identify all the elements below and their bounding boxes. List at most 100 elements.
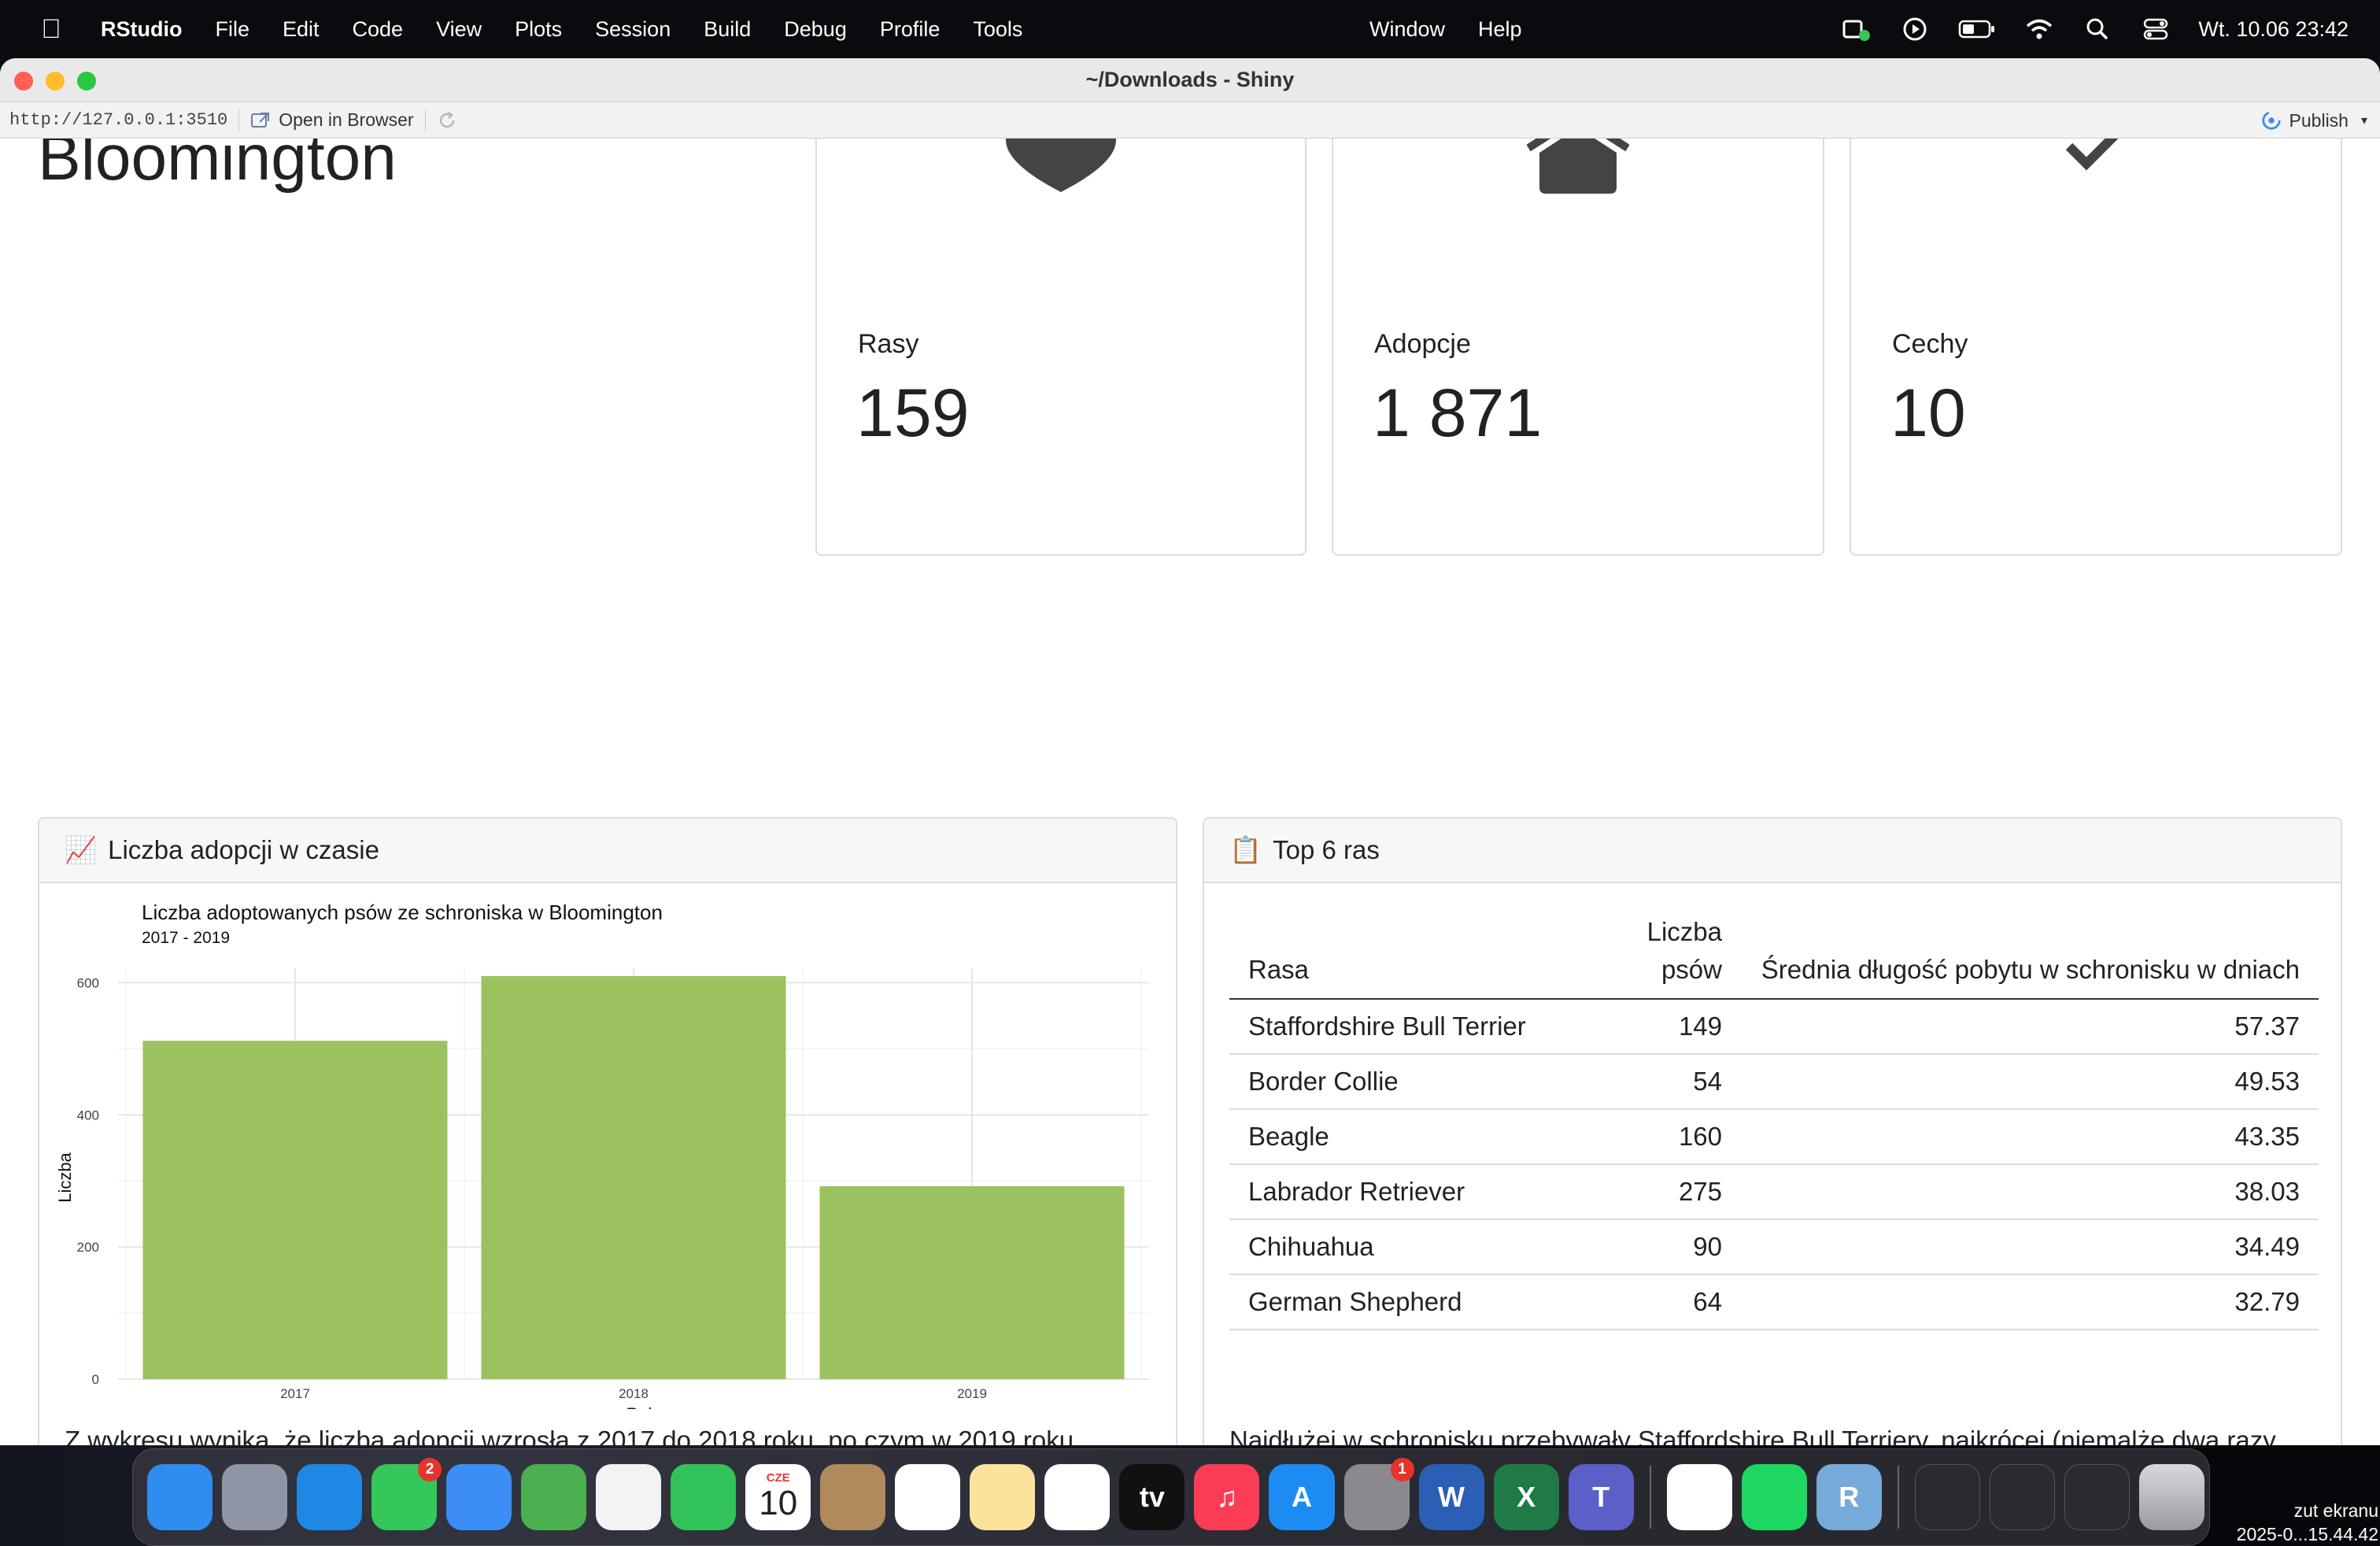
url-field[interactable]: http://127.0.0.1:3510 [9, 110, 227, 130]
wifi-icon[interactable] [2023, 13, 2055, 45]
x-tick-label: 2017 [280, 1386, 310, 1401]
menu-plots[interactable]: Plots [515, 17, 562, 42]
table-row: Beagle 160 43.35 [1229, 1109, 2319, 1165]
minimized-window-thumbnail[interactable] [1914, 1464, 1980, 1530]
teams-app-icon[interactable]: T [1568, 1464, 1634, 1530]
maps-app-icon[interactable] [521, 1464, 587, 1530]
shiny-dashboard: Bloomington Rasy 159 Adopcje 1 871 Cechy… [0, 139, 2380, 1445]
mail-app-icon[interactable] [446, 1464, 512, 1530]
photos-app-icon[interactable] [596, 1464, 662, 1530]
column-header-avg-stay[interactable]: Średnia długość pobytu w schronisku w dn… [1741, 905, 2319, 1000]
publish-label: Publish [2289, 109, 2349, 131]
menu-tools[interactable]: Tools [973, 17, 1022, 42]
trash-icon[interactable] [2138, 1464, 2204, 1530]
table-header-row: Rasa Liczba psów Średnia długość pobytu … [1229, 905, 2319, 1000]
menu-window[interactable]: Window [1369, 17, 1445, 42]
spotify-app-icon[interactable] [1741, 1464, 1807, 1530]
system-settings-app-icon[interactable]: 1 [1343, 1458, 1414, 1530]
value-box-label: Cechy [1892, 329, 1968, 359]
column-header-breed[interactable]: Rasa [1229, 905, 1576, 1000]
app-store-app-icon[interactable]: A [1269, 1464, 1335, 1530]
heart-icon [1006, 139, 1116, 199]
zoom-window-button[interactable] [77, 72, 96, 91]
minimize-window-button[interactable] [46, 72, 65, 91]
contacts-app-icon[interactable] [820, 1464, 886, 1530]
excel-app-icon[interactable]: X [1493, 1464, 1559, 1530]
menu-view[interactable]: View [436, 17, 482, 42]
value-box-label: Rasy [858, 329, 919, 359]
menu-file[interactable]: File [215, 17, 249, 42]
menu-code[interactable]: Code [353, 17, 404, 42]
value-box-rasy: Rasy 159 [815, 139, 1306, 556]
value-box-value: 159 [856, 375, 970, 451]
table-row: German Shepherd 64 32.79 [1229, 1274, 2319, 1330]
close-window-button[interactable] [14, 72, 33, 91]
chart-subtitle: 2017 - 2019 [142, 929, 231, 947]
minimized-window-thumbnail[interactable] [2064, 1464, 2130, 1530]
avg-stay-cell: 57.37 [1741, 999, 2319, 1055]
card-title: Top 6 ras [1273, 835, 1380, 864]
freeform-app-icon[interactable] [1044, 1464, 1111, 1530]
top-breeds-table: Rasa Liczba psów Średnia długość pobytu … [1229, 905, 2319, 1330]
apple-menu-icon[interactable]:  [31, 14, 71, 45]
play-icon[interactable] [1899, 13, 1931, 45]
avg-stay-cell: 34.49 [1741, 1219, 2319, 1275]
safari-app-icon[interactable] [297, 1464, 363, 1530]
menu-profile[interactable]: Profile [880, 17, 941, 42]
card-description: Najdłużej w schronisku przebywały Staffo… [1229, 1426, 2276, 1445]
launchpad-app-icon[interactable] [222, 1464, 288, 1530]
breed-cell: Beagle [1229, 1109, 1576, 1165]
bar-2019 [819, 1185, 1125, 1379]
desktop-file-name: zut ekranu [2293, 1500, 2378, 1521]
spotlight-search-icon[interactable] [2082, 13, 2113, 45]
teams-status-icon[interactable] [1841, 13, 1872, 45]
breed-cell: Border Collie [1229, 1054, 1576, 1110]
battery-icon[interactable] [1957, 13, 1997, 45]
count-cell: 160 [1576, 1109, 1741, 1165]
open-in-browser-button[interactable]: Open in Browser [250, 109, 414, 131]
calendar-day: 10 [759, 1484, 798, 1522]
word-app-icon[interactable]: W [1418, 1464, 1484, 1530]
card-header: 📋 Top 6 ras [1204, 819, 2341, 883]
messages-app-icon[interactable]: 2 [371, 1458, 442, 1530]
count-cell: 54 [1576, 1054, 1741, 1110]
notes-app-icon[interactable] [970, 1464, 1036, 1530]
table-row: Chihuahua 90 34.49 [1229, 1219, 2319, 1275]
clock[interactable]: Wt. 10.06 23:42 [2198, 17, 2349, 42]
refresh-icon[interactable] [437, 110, 457, 131]
app-glyph: R [1839, 1481, 1860, 1513]
card-description: Z wykresu wynika, że liczba adopcji wzro… [65, 1426, 1074, 1445]
chrome-app-icon[interactable] [1666, 1464, 1732, 1530]
publish-icon [2261, 110, 2282, 131]
rstudio-app-icon[interactable]: R [1816, 1464, 1882, 1530]
y-tick-label: 200 [77, 1240, 99, 1255]
reminders-app-icon[interactable] [895, 1464, 961, 1530]
chart-svg: 2017 2018 2019 0 200 400 600 Rok Liczba [55, 968, 1149, 1424]
control-center-icon[interactable] [2140, 13, 2171, 45]
menu-build[interactable]: Build [704, 17, 751, 42]
column-header-count[interactable]: Liczba psów [1576, 905, 1741, 1000]
clipboard-emoji-icon: 📋 [1229, 834, 1262, 864]
music-app-icon[interactable]: ♫ [1194, 1464, 1260, 1530]
menu-app-name[interactable]: RStudio [101, 17, 182, 42]
minimized-window-thumbnail[interactable] [1989, 1464, 2055, 1530]
macos-menu-bar:  RStudio File Edit Code View Plots Sess… [0, 0, 2380, 58]
menu-help[interactable]: Help [1478, 17, 1522, 42]
check-icon [2064, 139, 2127, 176]
menu-session[interactable]: Session [595, 17, 671, 42]
app-glyph: T [1592, 1481, 1610, 1513]
menu-debug[interactable]: Debug [784, 17, 847, 42]
dock-divider [1649, 1466, 1651, 1529]
publish-button[interactable]: Publish ▾ [2261, 102, 2367, 139]
apple-tv-app-icon[interactable]: tv [1119, 1464, 1185, 1530]
app-glyph: W [1438, 1481, 1465, 1513]
finder-app-icon[interactable] [147, 1464, 213, 1530]
chevron-down-icon[interactable]: ▾ [2361, 113, 2367, 128]
desktop-file-label[interactable]: zut ekranu 2025-0...15.44.42 [2237, 1499, 2378, 1546]
toolbar-divider [238, 109, 240, 131]
y-tick-label: 400 [77, 1108, 99, 1123]
facetime-app-icon[interactable] [671, 1464, 737, 1530]
calendar-app-icon[interactable]: CZE 10 [745, 1464, 811, 1530]
menu-edit[interactable]: Edit [283, 17, 320, 42]
bar-2017 [142, 1041, 448, 1379]
